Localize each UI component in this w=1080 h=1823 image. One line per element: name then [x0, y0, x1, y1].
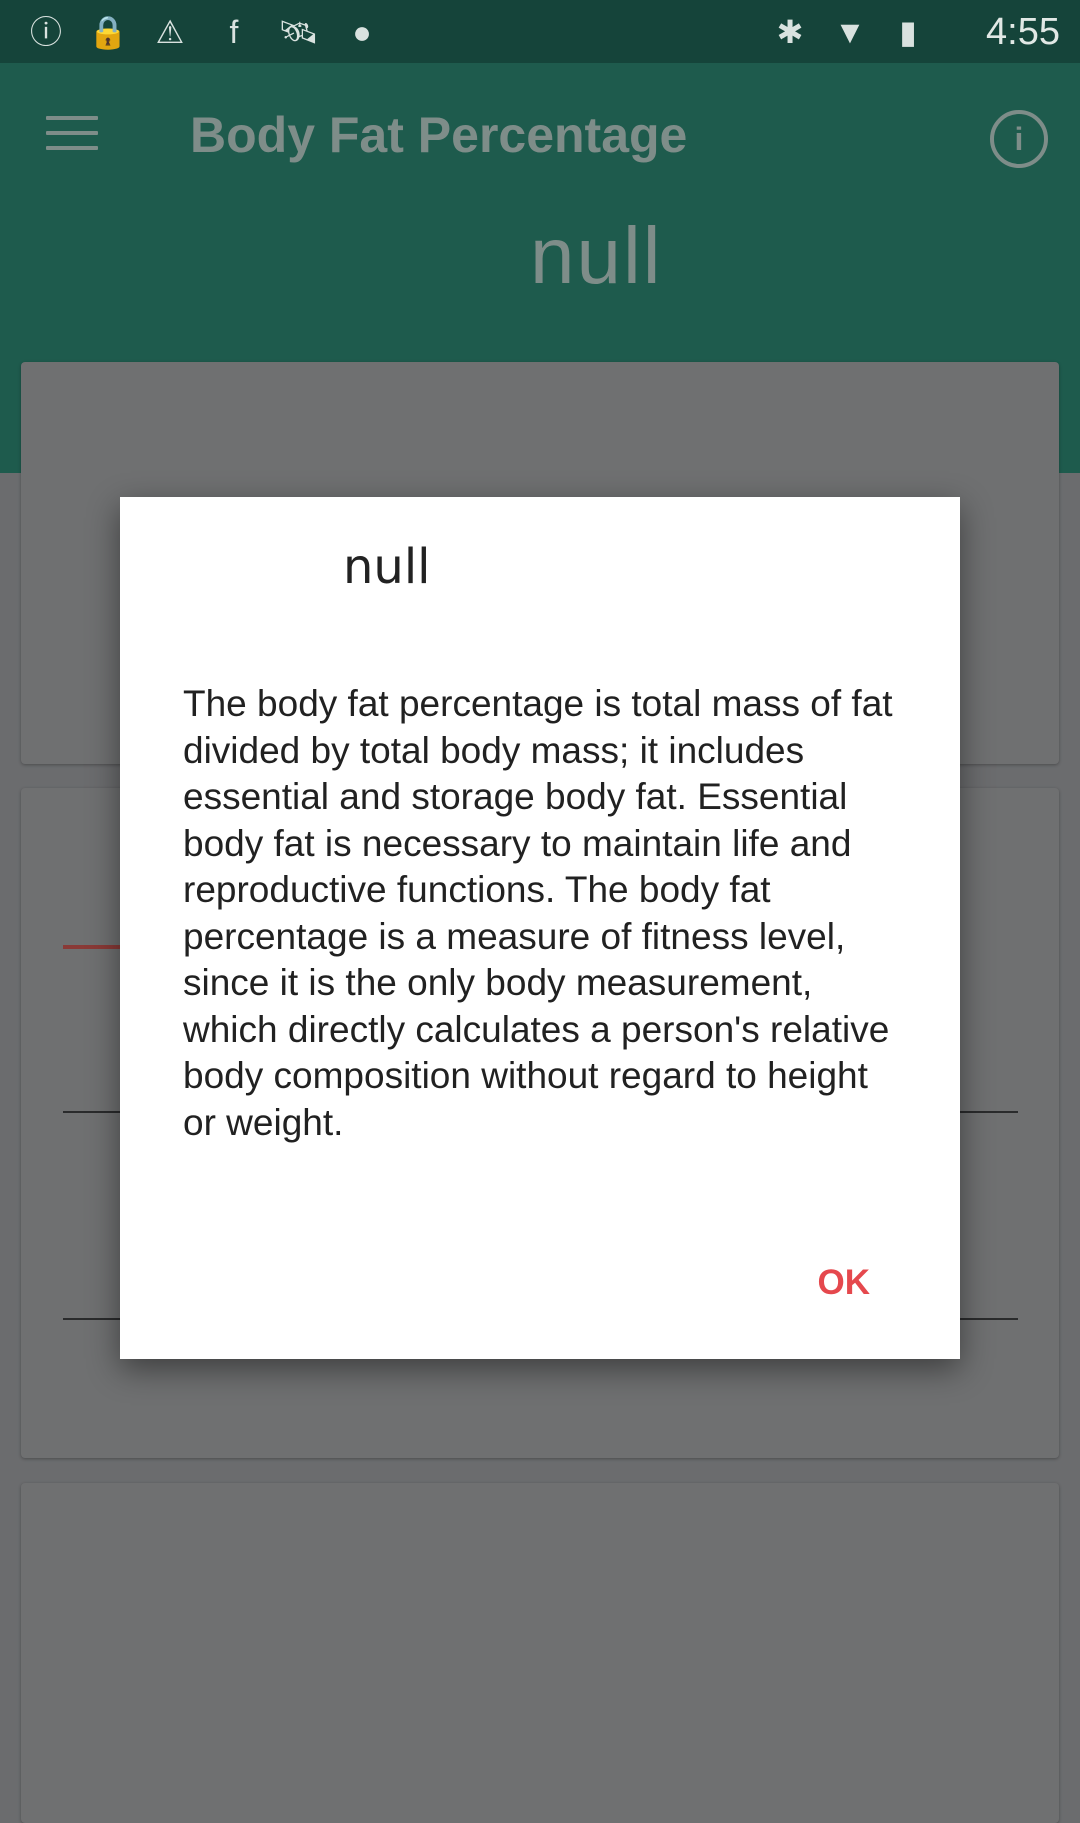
wifi-icon: ▼	[834, 14, 866, 50]
info-dialog: null The body fat percentage is total ma…	[120, 497, 960, 1359]
info-card	[21, 1483, 1059, 1823]
status-time: 4:55	[986, 11, 1060, 53]
body-fat-value: null	[530, 211, 663, 300]
dialog-body: The body fat percentage is total mass of…	[183, 683, 893, 1143]
app-title: Body Fat Percentage	[190, 107, 688, 163]
status-bar: ⓘ 🔒 ⚠ f 🛰 ● ✱ ▼ ▮ 4:55	[0, 0, 1080, 63]
dialog-title: null	[343, 539, 431, 595]
lock-icon: 🔒	[88, 14, 128, 50]
info-icon[interactable]: i	[990, 110, 1048, 168]
battery-charging-icon: ▮	[899, 14, 917, 50]
hamburger-menu-icon[interactable]	[46, 116, 98, 156]
fake-gps-icon: 🛰	[278, 14, 319, 50]
bluetooth-icon: ✱	[776, 14, 804, 50]
warning-icon: ⚠	[155, 14, 185, 50]
facebook-icon: f	[229, 14, 239, 50]
android-icon: ●	[352, 14, 372, 50]
info-circle-icon: ⓘ	[29, 14, 62, 50]
ok-button[interactable]: OK	[818, 1263, 871, 1303]
